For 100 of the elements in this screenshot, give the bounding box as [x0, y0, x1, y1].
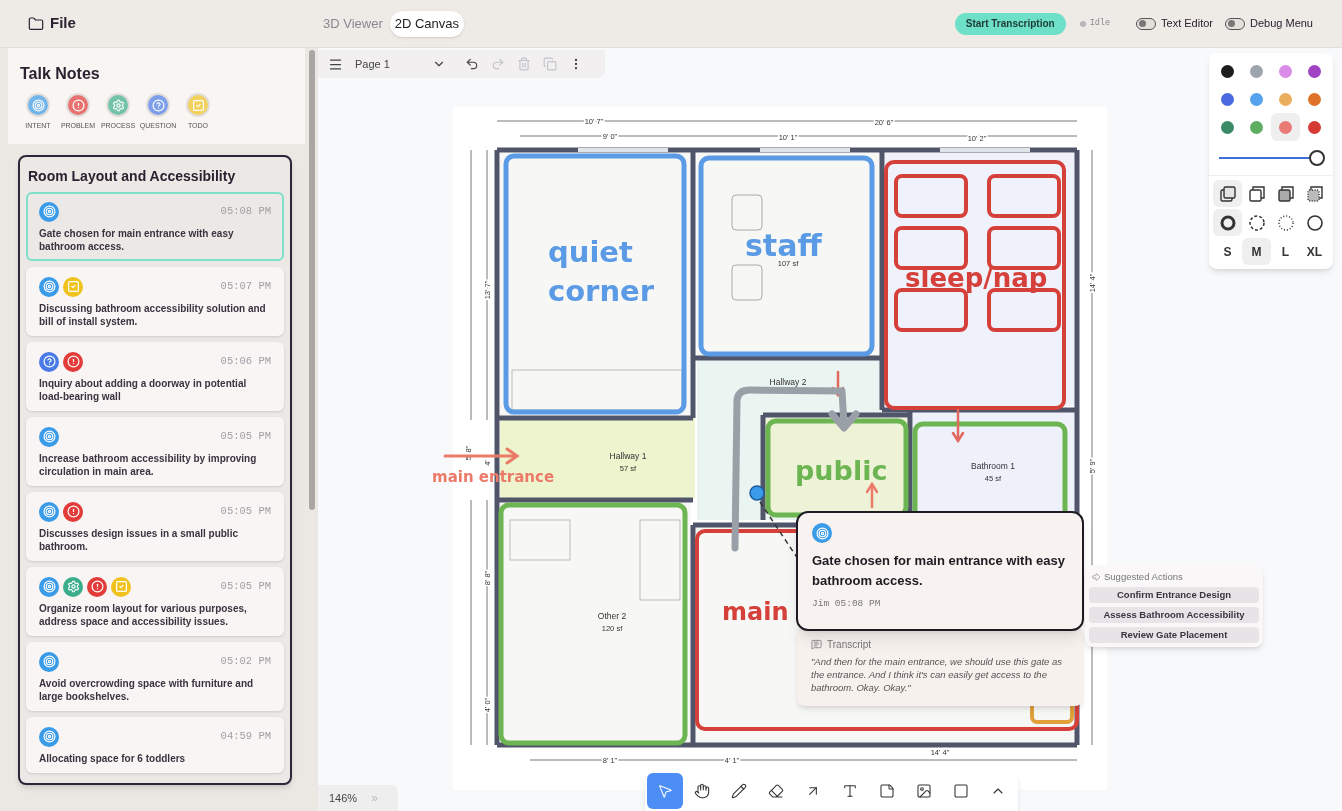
gear-icon — [63, 576, 83, 597]
room-name: Bathroom 1 — [971, 461, 1015, 471]
pointer-icon — [657, 783, 673, 799]
room-name: Hallway 1 — [609, 451, 647, 461]
size-button[interactable]: M — [1242, 238, 1271, 265]
folder-icon — [28, 15, 44, 32]
note-text: Discussing bathroom accessibility solution and bill of install system. — [39, 301, 267, 328]
popup-byline: Jim 05:08 PM — [812, 597, 882, 611]
fill-style-button[interactable] — [1213, 180, 1242, 207]
suggested-actions-label: Suggested Actions — [1104, 570, 1183, 584]
rectangle-icon — [953, 783, 969, 799]
stroke-style-button[interactable] — [1213, 209, 1242, 236]
note-time: 05:07 PM — [220, 278, 271, 294]
transcript-icon — [811, 639, 822, 650]
note-time: 05:08 PM — [220, 203, 271, 219]
note-card[interactable]: 05:08 PM Gate chosen for main entrance with easy bathroom access. — [26, 191, 284, 261]
handwritten-label: quiet corner — [548, 235, 655, 309]
note-card[interactable]: 05:07 PM Discussing bathroom accessibility solution and bill of install system. — [26, 266, 284, 336]
target-icon — [39, 201, 59, 222]
gear-icon — [108, 95, 128, 115]
note-text: Organize room layout for various purposes, address space and accessibility issues. — [39, 601, 248, 628]
room-name: Other 2 — [597, 611, 627, 621]
dotted-circle-icon — [1276, 213, 1295, 232]
topic-title: Room Layout and Accessibility — [28, 166, 237, 186]
note-card[interactable]: 05:02 PM Avoid overcrowding space with furniture and large bookshelves. — [26, 641, 284, 711]
handwritten-label: sleep/nap — [905, 263, 1048, 293]
color-swatch[interactable] — [1271, 113, 1300, 141]
anchor-dot — [749, 485, 765, 501]
view-tab[interactable]: 2D Canvas — [389, 10, 465, 37]
room-name: Hallway 2 — [769, 377, 807, 387]
suggested-action-button[interactable]: Review Gate Placement — [1089, 627, 1259, 644]
scrollbar-thumb[interactable] — [308, 50, 315, 510]
suggested-action-button[interactable]: Confirm Entrance Design — [1089, 587, 1259, 604]
alert-icon — [63, 351, 83, 372]
target-icon — [39, 576, 59, 597]
eraser-icon — [768, 783, 784, 799]
handwritten-label: main — [722, 598, 789, 626]
size-button[interactable]: XL — [1300, 238, 1329, 265]
opacity-slider[interactable] — [1219, 150, 1325, 166]
sticky-note-icon — [879, 783, 895, 799]
slider-thumb[interactable] — [1309, 150, 1325, 166]
menu-icon[interactable] — [328, 56, 343, 72]
note-time: 05:06 PM — [220, 353, 271, 369]
toggle[interactable]: Text Editor — [1136, 15, 1213, 32]
size-button[interactable]: S — [1213, 238, 1242, 265]
filled-square-icon — [1276, 184, 1295, 203]
layered-squares-icon — [1218, 184, 1237, 203]
note-card[interactable]: 05:05 PM Increase bathroom accessibility by improving circulation in main area. — [26, 416, 284, 486]
dashed-circle-icon — [1247, 213, 1266, 232]
note-time: 04:59 PM — [220, 728, 271, 744]
note-time: 05:05 PM — [220, 578, 271, 594]
pencil-icon — [731, 783, 747, 799]
hand-icon — [694, 783, 710, 799]
note-card[interactable]: 05:05 PM Discusses design issues in a small public bathroom. — [26, 491, 284, 561]
zoom-level[interactable]: 146% — [329, 789, 358, 807]
status-text: Idle — [1089, 17, 1111, 30]
target-icon — [39, 501, 59, 522]
note-time: 05:05 PM — [220, 503, 271, 519]
text-icon — [842, 783, 858, 799]
alert-icon — [68, 95, 88, 115]
note-text: Increase bathroom accessibility by improving circulation in main area. — [39, 451, 258, 478]
popup-title: Gate chosen for main entrance with easy bathroom access. — [812, 552, 1066, 590]
suggested-action-button[interactable]: Assess Bathroom Accessibility — [1089, 607, 1259, 624]
question-icon — [148, 95, 168, 115]
question-icon — [39, 351, 59, 372]
checkbox-icon — [111, 576, 131, 597]
note-text: Gate chosen for main entrance with easy bathroom access. — [39, 226, 235, 253]
note-time: 05:02 PM — [220, 653, 271, 669]
file-menu[interactable]: File — [50, 12, 76, 35]
target-icon — [39, 726, 59, 747]
checkbox-icon — [188, 95, 208, 115]
target-icon — [39, 276, 59, 297]
dotted-square-icon — [1305, 184, 1324, 203]
target-icon — [39, 426, 59, 447]
start-transcription-button[interactable]: Start Transcription — [954, 12, 1066, 35]
toggle[interactable]: Debug Menu — [1225, 15, 1313, 32]
arrow — [951, 408, 965, 444]
undo-icon[interactable] — [465, 57, 479, 71]
handwritten-label: public — [795, 455, 888, 486]
size-button[interactable]: L — [1271, 238, 1300, 265]
transcript-text: "And then for the main entrance, we should use this gate as the entrance. And I think it's can easily get access to the bathroom. Okay. Okay." — [811, 655, 1064, 694]
note-card[interactable]: 05:05 PM Organize room layout for various purposes, address space and accessibility issues. — [26, 566, 284, 636]
circle-icon — [1305, 213, 1324, 232]
target-icon — [812, 523, 832, 543]
note-card[interactable]: 04:59 PM Allocating space for 6 toddlers — [26, 716, 284, 773]
note-time: 05:05 PM — [220, 428, 271, 444]
alert-icon — [87, 576, 107, 597]
transcript-label: Transcript — [827, 638, 872, 652]
note-card[interactable]: 05:06 PM Inquiry about adding a doorway in potential load-bearing wall — [26, 341, 284, 411]
arrow-icon — [1091, 572, 1101, 583]
note-text: Inquiry about adding a doorway in potential load-bearing wall — [39, 376, 248, 403]
square-icon — [1247, 184, 1266, 203]
checkbox-icon — [63, 276, 83, 297]
panel-title: Talk Notes — [20, 64, 101, 84]
page-dropdown[interactable]: Page 1 — [355, 55, 453, 73]
note-text: Allocating space for 6 toddlers — [39, 751, 187, 765]
note-text: Avoid overcrowding space with furniture and large bookshelves. — [39, 676, 255, 703]
image-icon — [916, 783, 932, 799]
alert-icon — [63, 501, 83, 522]
target-icon — [39, 651, 59, 672]
